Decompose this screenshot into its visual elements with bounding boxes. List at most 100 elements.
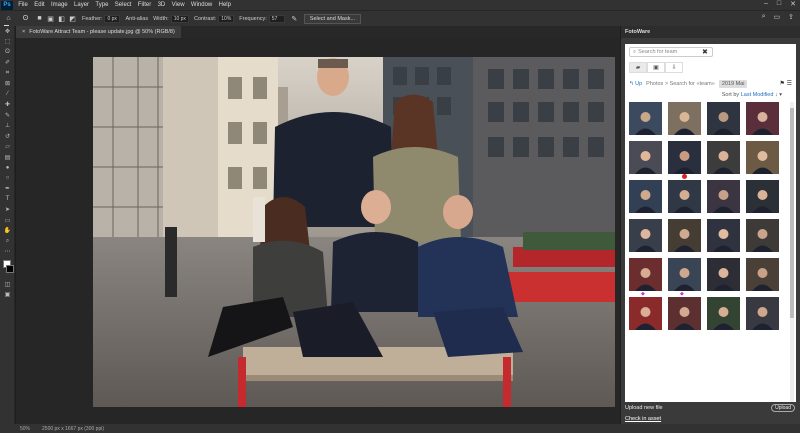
menu-select[interactable]: Select	[112, 2, 135, 8]
team-photo[interactable]	[93, 57, 615, 407]
stamp-tool-icon[interactable]: ⊥	[0, 121, 15, 132]
blur-tool-icon[interactable]: ●	[0, 163, 15, 174]
document-tab[interactable]: × FotoWare Attract Team - please update.…	[16, 26, 181, 38]
year-chip[interactable]: 2019 Mai	[718, 80, 748, 88]
menu-3d[interactable]: 3D	[154, 2, 168, 8]
menu-type[interactable]: Type	[92, 2, 111, 8]
panel-footer: Upload new file Upload Check in asset	[621, 402, 800, 424]
menu-file[interactable]: File	[15, 2, 31, 8]
asset-thumbnail[interactable]	[746, 219, 779, 252]
asset-thumbnail[interactable]: ◆	[629, 258, 662, 297]
hand-tool-icon[interactable]: ✋	[0, 226, 15, 237]
more-tools-icon[interactable]: ⋯	[0, 247, 15, 258]
contrast-field[interactable]: 10%	[218, 14, 235, 23]
eyedropper-tool-icon[interactable]: ⁄	[0, 89, 15, 100]
menu-window[interactable]: Window	[188, 2, 216, 8]
share-icon[interactable]: ⇪	[788, 13, 794, 21]
asset-thumbnail[interactable]	[746, 297, 779, 330]
asset-thumbnail[interactable]: ◆	[668, 258, 701, 297]
asset-thumbnail[interactable]	[668, 297, 701, 330]
zoom-level[interactable]: 50%	[20, 426, 30, 432]
screen-mode-icon[interactable]: ▣	[0, 290, 15, 301]
asset-thumbnail[interactable]	[746, 141, 779, 174]
asset-thumbnail[interactable]	[629, 219, 662, 252]
asset-thumbnail[interactable]	[707, 297, 740, 330]
flag-icon[interactable]: ⚑	[780, 81, 785, 87]
asset-thumbnail[interactable]	[668, 180, 701, 213]
close-icon[interactable]: ✕	[790, 0, 796, 8]
feather-field[interactable]: 0 px	[104, 14, 121, 23]
asset-thumbnail[interactable]	[707, 180, 740, 213]
asset-thumbnail[interactable]	[629, 180, 662, 213]
pen-tool-icon[interactable]: ✒	[0, 184, 15, 195]
asset-thumbnail[interactable]	[629, 297, 662, 330]
asset-thumbnail[interactable]	[668, 102, 701, 135]
dodge-tool-icon[interactable]: ○	[0, 173, 15, 184]
move-tool-icon[interactable]: ✥	[0, 26, 15, 37]
minimize-icon[interactable]: –	[764, 0, 768, 8]
menu-image[interactable]: Image	[48, 2, 71, 8]
lasso-tool-icon[interactable]: ʘ	[21, 14, 30, 23]
intersect-selection-icon[interactable]: ◩	[68, 14, 77, 23]
tab-close-icon[interactable]: ×	[22, 29, 25, 35]
shape-tool-icon[interactable]: ▭	[0, 215, 15, 226]
brush-tool-icon[interactable]: ✎	[0, 110, 15, 121]
search-field[interactable]: ⌕ Search for team	[629, 47, 713, 57]
type-tool-icon[interactable]: T	[0, 194, 15, 205]
width-field[interactable]: 10 px	[170, 14, 189, 23]
check-in-link[interactable]: Check in asset	[625, 416, 661, 422]
sort-value[interactable]: Last Modified	[741, 92, 774, 98]
asset-thumbnail[interactable]	[629, 141, 662, 174]
search-icon[interactable]: ⌕	[762, 13, 766, 21]
asset-thumbnail[interactable]	[707, 258, 740, 291]
eraser-tool-icon[interactable]: ▱	[0, 142, 15, 153]
asset-thumbnail[interactable]	[629, 102, 662, 135]
frame-tool-icon[interactable]: ⊠	[0, 79, 15, 90]
upload-button[interactable]: Upload	[771, 404, 795, 412]
filter-icon[interactable]: ☰	[787, 81, 792, 87]
asset-thumbnail[interactable]	[746, 258, 779, 291]
quick-select-tool-icon[interactable]: ✐	[0, 58, 15, 69]
asset-thumbnail[interactable]	[746, 102, 779, 135]
menu-view[interactable]: View	[168, 2, 187, 8]
breadcrumb-path[interactable]: Photos > Search for «team»	[646, 81, 715, 87]
marquee-tool-icon[interactable]: ⬚	[0, 37, 15, 48]
asset-thumbnail[interactable]	[746, 180, 779, 213]
workspace-icon[interactable]: ▭	[774, 13, 781, 21]
sort-control[interactable]: Sort by Last Modified ↓ ▾	[722, 92, 782, 98]
asset-thumbnail[interactable]	[707, 102, 740, 135]
gradient-tool-icon[interactable]: ▤	[0, 152, 15, 163]
crop-tool-icon[interactable]: ⌗	[0, 68, 15, 79]
path-select-icon[interactable]: ➤	[0, 205, 15, 216]
quick-mask-icon[interactable]: ◫	[0, 279, 15, 290]
history-brush-icon[interactable]: ↺	[0, 131, 15, 142]
frequency-field[interactable]: 57	[268, 14, 285, 23]
clear-search-icon[interactable]: ✖	[702, 48, 708, 56]
lasso-tool-icon[interactable]: ʘ	[0, 47, 15, 58]
menu-layer[interactable]: Layer	[71, 2, 92, 8]
asset-thumbnail[interactable]	[668, 219, 701, 252]
menu-filter[interactable]: Filter	[135, 2, 155, 8]
asset-thumbnail[interactable]	[668, 141, 701, 179]
folder-icon[interactable]: ▰	[629, 62, 647, 73]
scrollbar-thumb[interactable]	[790, 108, 794, 318]
panel-scrollbar[interactable]	[790, 102, 794, 402]
upload-icon[interactable]: ⇩	[665, 62, 683, 73]
up-button[interactable]: ↰ Up	[629, 81, 642, 87]
pen-pressure-icon[interactable]: ✎	[290, 14, 299, 23]
subtract-selection-icon[interactable]: ◧	[57, 14, 66, 23]
image-icon[interactable]: ▣	[647, 62, 665, 73]
new-selection-icon[interactable]: ■	[35, 14, 44, 23]
menu-help[interactable]: Help	[215, 2, 234, 8]
photoshop-logo: Ps	[1, 0, 13, 10]
zoom-tool-icon[interactable]: ⌕	[0, 236, 15, 247]
home-icon[interactable]: ⌂	[4, 14, 13, 23]
healing-tool-icon[interactable]: ✚	[0, 100, 15, 111]
menu-edit[interactable]: Edit	[31, 2, 48, 8]
background-color-swatch[interactable]	[6, 265, 14, 273]
asset-thumbnail[interactable]	[707, 219, 740, 252]
add-selection-icon[interactable]: ▣	[46, 14, 55, 23]
asset-thumbnail[interactable]	[707, 141, 740, 174]
select-and-mask-button[interactable]: Select and Mask...	[303, 13, 362, 24]
maximize-icon[interactable]: □	[777, 0, 781, 8]
